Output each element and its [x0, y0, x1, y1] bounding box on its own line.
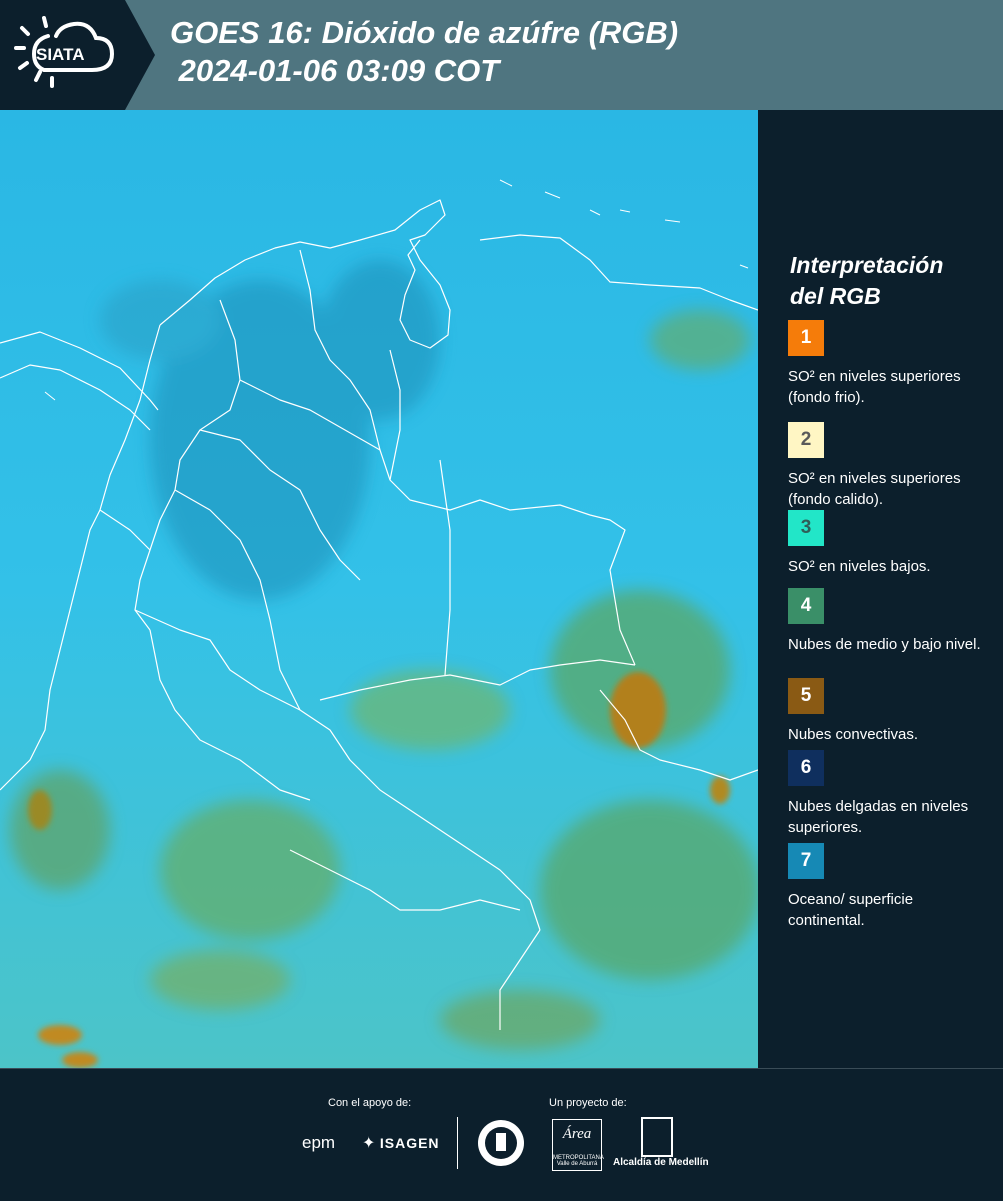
legend-item-text: Nubes convectivas. — [788, 726, 919, 743]
legend-swatch: 3 — [788, 510, 824, 546]
isagen-mark-icon: ✦ — [362, 1135, 376, 1152]
title-line-2: 2024-01-06 03:09 COT — [170, 53, 500, 88]
legend-item: 6 Nubes delgadas en niveles superiores. — [788, 750, 993, 838]
legend-item: 1 SO² en niveles superiores (fondo frio). — [788, 320, 993, 408]
legend-title-line-2: del RGB — [790, 283, 881, 309]
isagen-logo: ✦ ISAGEN — [362, 1133, 440, 1153]
legend-panel: Interpretación del RGB 1 SO² en niveles s… — [758, 110, 1003, 1068]
legend-swatch: 7 — [788, 843, 824, 879]
legend-item-text: SO² en niveles bajos. — [788, 558, 931, 575]
legend-title: Interpretación del RGB — [790, 250, 990, 312]
footer: Con el apoyo de: Un proyecto de: epm ✦ I… — [0, 1068, 1003, 1201]
legend-title-line-1: Interpretación — [790, 252, 944, 278]
legend-swatch: 2 — [788, 422, 824, 458]
footer-divider — [457, 1117, 458, 1169]
isagen-label: ISAGEN — [379, 1135, 440, 1151]
legend-item: 7 Oceano/ superficie continental. — [788, 843, 993, 931]
legend-item-text: SO² en niveles superiores (fondo frio). — [788, 368, 961, 406]
area-logo-sub2: Valle de Aburrá — [556, 1161, 598, 1167]
epm-logo: epm — [302, 1133, 336, 1152]
alcaldia-shield-icon — [641, 1117, 673, 1157]
rgb-satellite-image — [0, 110, 758, 1068]
header-bar: SIATA GOES 16: Dióxido de azúfre (RGB) 2… — [0, 0, 1003, 110]
page-title: GOES 16: Dióxido de azúfre (RGB) 2024-01… — [170, 14, 678, 90]
legend-item-text: Oceano/ superficie continental. — [788, 891, 914, 929]
legend-item: 5 Nubes convectivas. — [788, 678, 993, 745]
legend-swatch: 4 — [788, 588, 824, 624]
area-metropolitana-logo: Área METROPOLITANA Valle de Aburrá — [552, 1119, 604, 1171]
legend-item: 3 SO² en niveles bajos. — [788, 510, 993, 577]
legend-swatch: 1 — [788, 320, 824, 356]
project-label: Un proyecto de: — [549, 1097, 627, 1109]
satellite-map[interactable] — [0, 110, 758, 1068]
logo-text: SIATA — [36, 45, 85, 64]
title-line-1: GOES 16: Dióxido de azúfre (RGB) — [170, 15, 679, 50]
seal-logo — [478, 1120, 524, 1166]
alcaldia-label: Alcaldía de Medellín — [613, 1157, 709, 1168]
support-label: Con el apoyo de: — [328, 1097, 412, 1109]
legend-item-text: Nubes delgadas en niveles superiores. — [788, 798, 969, 836]
legend-item-text: SO² en niveles superiores (fondo calido)… — [788, 470, 961, 508]
area-logo-title: Área — [562, 1126, 592, 1142]
siata-logo: SIATA — [0, 0, 155, 110]
legend-item-text: Nubes de medio y bajo nivel. — [788, 636, 981, 653]
legend-swatch: 5 — [788, 678, 824, 714]
legend-item: 2 SO² en niveles superiores (fondo calido… — [788, 422, 993, 510]
legend-item: 4 Nubes de medio y bajo nivel. — [788, 588, 993, 655]
legend-swatch: 6 — [788, 750, 824, 786]
